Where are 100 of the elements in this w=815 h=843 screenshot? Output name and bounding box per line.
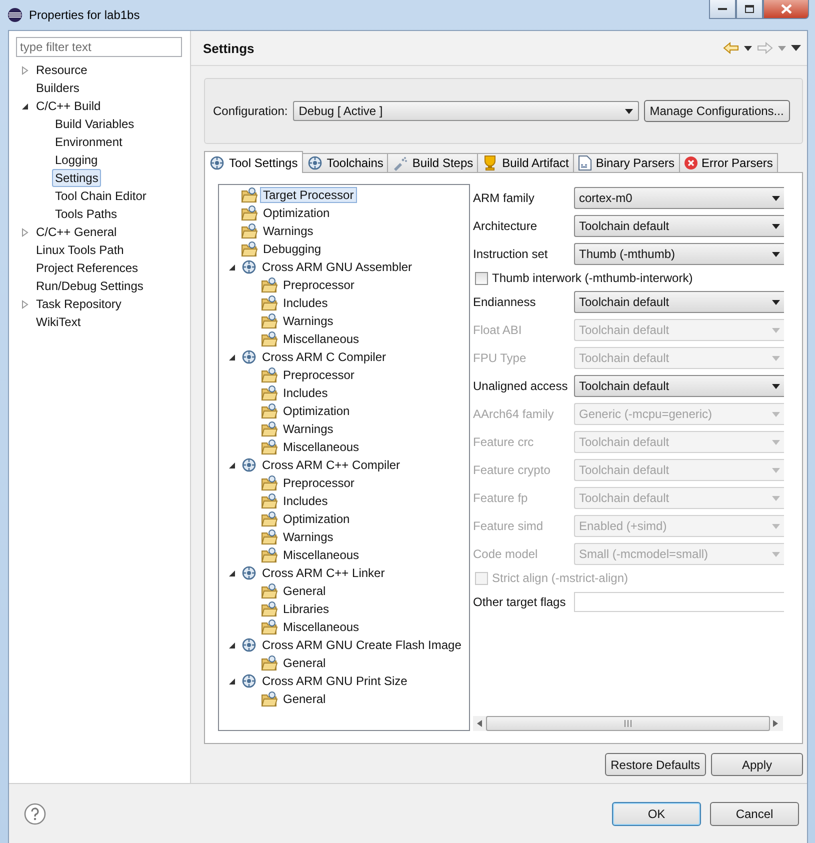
tree-item[interactable]: Includes	[280, 385, 331, 401]
option-dropdown[interactable]: Toolchain default	[574, 215, 784, 237]
text-field[interactable]	[574, 592, 784, 612]
tree-item[interactable]: Miscellaneous	[280, 439, 362, 455]
nav-item[interactable]: C/C++ Build	[33, 97, 104, 115]
folder-icon	[261, 583, 278, 599]
option-label: Feature crc	[473, 435, 535, 449]
folder-icon	[261, 601, 278, 617]
collapsed-arrow-icon[interactable]	[21, 300, 29, 308]
nav-item[interactable]: Linux Tools Path	[33, 241, 127, 259]
tree-item[interactable]: Warnings	[280, 421, 336, 437]
tree-item[interactable]: Warnings	[280, 313, 336, 329]
option-dropdown[interactable]: Toolchain default	[574, 291, 784, 313]
manage-configurations-button[interactable]: Manage Configurations...	[644, 100, 790, 122]
page-title: Settings	[203, 40, 254, 56]
expanded-arrow-icon[interactable]	[228, 568, 236, 578]
expanded-arrow-icon[interactable]	[21, 102, 29, 110]
tree-item[interactable]: Miscellaneous	[280, 331, 362, 347]
nav-item[interactable]: Run/Debug Settings	[33, 277, 146, 295]
nav-item[interactable]: Task Repository	[33, 295, 124, 313]
tree-item[interactable]: Warnings	[280, 529, 336, 545]
option-label: AArch64 family	[473, 407, 555, 421]
help-icon[interactable]	[24, 802, 46, 824]
expanded-arrow-icon[interactable]	[228, 262, 236, 272]
tree-item[interactable]: Cross ARM C++ Compiler	[259, 457, 404, 473]
nav-item[interactable]: Tools Paths	[52, 205, 120, 223]
tree-item[interactable]: Debugging	[260, 241, 324, 257]
nav-item[interactable]: Tool Chain Editor	[52, 187, 150, 205]
tree-item[interactable]: Libraries	[280, 601, 332, 617]
tree-item[interactable]: Cross ARM GNU Assembler	[259, 259, 416, 275]
tree-item[interactable]: Cross ARM GNU Create Flash Image	[259, 637, 464, 653]
folder-icon	[241, 205, 258, 221]
tree-item[interactable]: Optimization	[260, 205, 333, 221]
menu-caret-icon[interactable]	[791, 45, 801, 51]
tree-item[interactable]: Optimization	[280, 403, 353, 419]
ok-button[interactable]: OK	[612, 802, 701, 826]
expanded-arrow-icon[interactable]	[228, 640, 236, 650]
horizontal-scrollbar[interactable]	[473, 716, 783, 731]
nav-item[interactable]: Resource	[33, 61, 90, 79]
option-label: Float ABI	[473, 323, 523, 337]
tree-item[interactable]: General	[280, 655, 329, 671]
cancel-button[interactable]: Cancel	[710, 802, 799, 826]
scroll-right-icon[interactable]	[773, 720, 780, 727]
checkbox[interactable]	[475, 272, 488, 284]
option-label: ARM family	[473, 191, 536, 205]
expanded-arrow-icon[interactable]	[228, 352, 236, 362]
tree-item[interactable]: Cross ARM GNU Print Size	[259, 673, 410, 689]
tree-item[interactable]: Warnings	[260, 223, 316, 239]
tree-item[interactable]: Miscellaneous	[280, 547, 362, 563]
tab[interactable]: Error Parsers	[678, 153, 778, 172]
tree-item[interactable]: General	[280, 691, 329, 707]
nav-item[interactable]: Settings	[52, 169, 102, 187]
dropdown-arrow-icon	[624, 108, 633, 114]
tree-item[interactable]: Cross ARM C Compiler	[259, 349, 390, 365]
tree-item[interactable]: Preprocessor	[280, 367, 358, 383]
close-button[interactable]	[763, 0, 809, 19]
nav-item[interactable]: Project References	[33, 259, 142, 277]
tab[interactable]: Tool Settings	[204, 151, 303, 173]
collapsed-arrow-icon[interactable]	[21, 66, 29, 74]
folder-icon	[261, 313, 278, 329]
folder-icon	[261, 511, 278, 527]
window-title: Properties for lab1bs	[29, 8, 141, 22]
option-dropdown[interactable]: Toolchain default	[574, 375, 784, 397]
checkbox-label: Thumb interwork (-mthumb-interwork)	[492, 271, 693, 285]
minimize-button[interactable]	[709, 0, 736, 19]
tree-item[interactable]: Preprocessor	[280, 277, 358, 293]
tab[interactable]: Build Artifact	[477, 153, 574, 172]
tree-item[interactable]: General	[280, 583, 329, 599]
gear-icon	[306, 155, 323, 171]
collapsed-arrow-icon[interactable]	[21, 228, 29, 236]
tree-item[interactable]: Target Processor	[260, 187, 357, 203]
nav-item[interactable]: Logging	[52, 151, 101, 169]
option-dropdown[interactable]: cortex-m0	[574, 187, 784, 209]
nav-item[interactable]: WikiText	[33, 313, 84, 331]
configuration-dropdown[interactable]: Debug [ Active ]	[292, 101, 639, 121]
tree-item[interactable]: Optimization	[280, 511, 353, 527]
filter-field[interactable]: type filter text	[16, 37, 182, 57]
tree-item[interactable]: Includes	[280, 295, 331, 311]
tab[interactable]: Toolchains	[302, 153, 388, 172]
nav-item[interactable]: Builders	[33, 79, 82, 97]
nav-item[interactable]: C/C++ General	[33, 223, 120, 241]
dropdown-arrow-icon	[772, 412, 780, 416]
expanded-arrow-icon[interactable]	[228, 460, 236, 470]
restore-defaults-button[interactable]: Restore Defaults	[604, 753, 706, 776]
tab[interactable]: Build Steps	[387, 153, 478, 172]
tree-item[interactable]: Preprocessor	[280, 475, 358, 491]
nav-item[interactable]: Environment	[52, 133, 126, 151]
tab[interactable]: Binary Parsers	[572, 153, 680, 172]
back-arrow-icon[interactable]	[723, 42, 739, 54]
option-label: Other target flags	[473, 595, 567, 609]
expanded-arrow-icon[interactable]	[228, 676, 236, 686]
scroll-left-icon[interactable]	[477, 720, 483, 727]
caret-icon[interactable]	[744, 46, 752, 50]
nav-item[interactable]: Build Variables	[52, 115, 138, 133]
tree-item[interactable]: Cross ARM C++ Linker	[259, 565, 388, 581]
option-dropdown[interactable]: Thumb (-mthumb)	[574, 243, 784, 265]
apply-button[interactable]: Apply	[711, 753, 803, 776]
tree-item[interactable]: Miscellaneous	[280, 619, 362, 635]
tree-item[interactable]: Includes	[280, 493, 331, 509]
maximize-button[interactable]	[736, 0, 763, 19]
